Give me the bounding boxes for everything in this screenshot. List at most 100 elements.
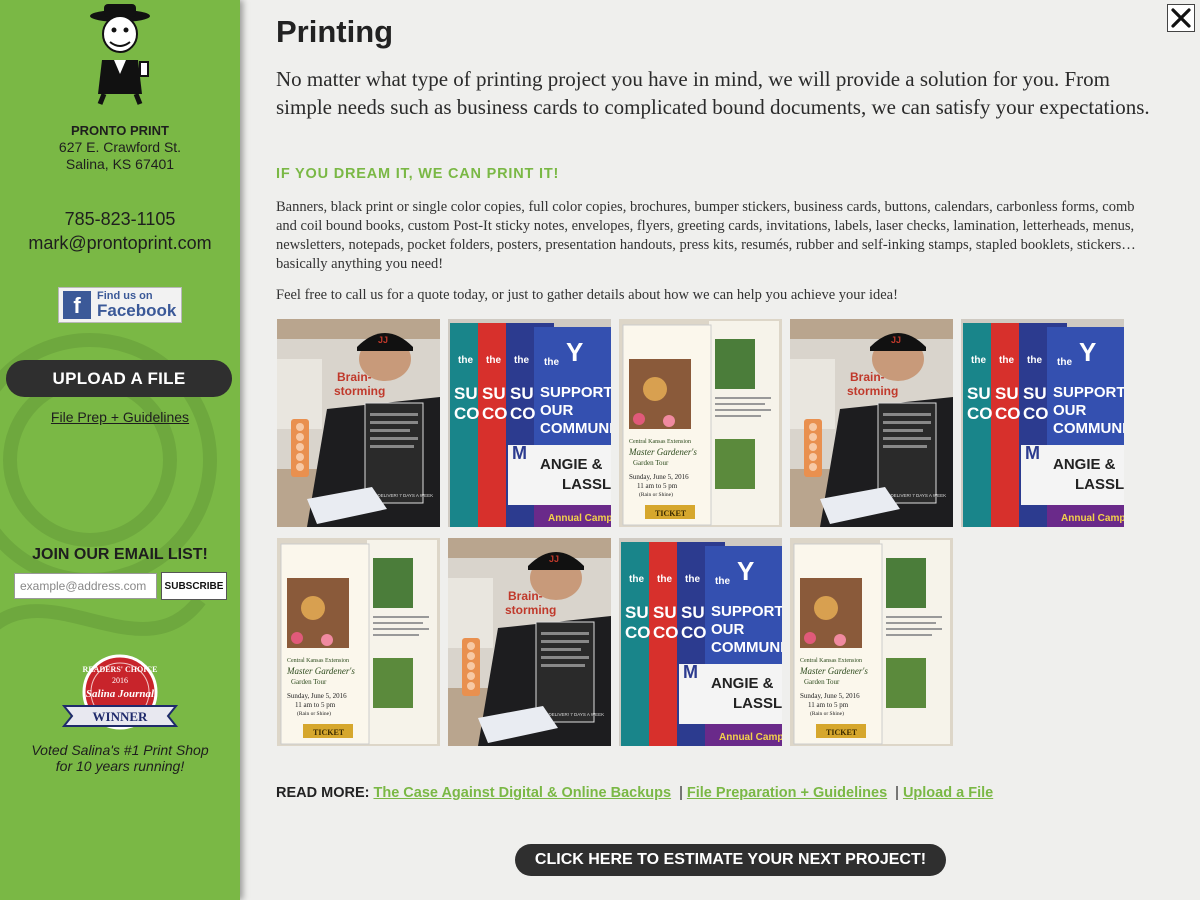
email-subscribe-input[interactable] (14, 573, 157, 599)
banner-the-text-4: the (544, 357, 559, 368)
award-readers-choice-text: READERS' CHOICE (83, 665, 158, 674)
facebook-badge-link[interactable]: f Find us on Facebook (58, 287, 182, 323)
subscribe-button[interactable]: SUBSCRIBE (161, 572, 227, 600)
banner-co-text-3: CO (1023, 404, 1049, 423)
garden-ticket-text: TICKET (826, 728, 858, 737)
banner-name-line-1: ANGIE & (540, 456, 603, 473)
services-paragraph: Banners, black print or single color cop… (276, 199, 1136, 272)
banner-campaign-text: Annual Camp (548, 513, 611, 524)
read-more-bar: READ MORE: The Case Against Digital & On… (276, 785, 993, 801)
garden-rain-text: (Rain or Shine) (297, 710, 331, 717)
garden-date-text: Sunday, June 5, 2016 (287, 692, 347, 700)
banner-support-text: SUPPORT (711, 603, 782, 620)
sidebar: PRONTO PRINT 627 E. Crawford St. Salina,… (0, 0, 240, 900)
award-paper-text: Salina Journal (86, 688, 155, 700)
banner-the-text-2: the (486, 355, 501, 366)
close-icon (1171, 8, 1191, 28)
banner-our-text: OUR (711, 621, 745, 638)
banner-community-text: COMMUNITY (540, 420, 611, 437)
facebook-icon: f (63, 291, 91, 319)
cap-logo-text: JJ (549, 554, 559, 564)
page-title: Printing (276, 14, 394, 49)
gallery-thumb-person[interactable]: Brain- storming JJ WE DELIVER! 7 DAYS A … (448, 538, 611, 746)
award-year-text: 2016 (112, 676, 128, 685)
banner-name-line-1: ANGIE & (1053, 456, 1116, 473)
banner-the-text-3: the (514, 355, 529, 366)
garden-title-line-1: Master Gardener's (628, 447, 697, 457)
facebook-label: Facebook (97, 301, 177, 320)
garden-title-line-1: Master Gardener's (286, 666, 355, 676)
gallery-thumb-person[interactable]: Brain- storming JJ WE DELIVER! 7 DAYS A … (277, 319, 440, 527)
banner-su-text-3: SU (681, 603, 705, 622)
banner-name-line-1: ANGIE & (711, 675, 774, 692)
gallery-thumb-banners[interactable]: the the the the Y SU CO SU CO SU CO SUPP… (448, 319, 611, 527)
banner-y-logo: Y (566, 337, 583, 367)
garden-title-line-2: Garden Tour (633, 459, 669, 467)
read-more-label: READ MORE: (276, 785, 370, 801)
garden-rain-text: (Rain or Shine) (639, 491, 673, 498)
garden-org-text: Central Kansas Extension (629, 439, 691, 445)
banner-name-line-2: LASSLI (1075, 476, 1124, 493)
voted-line-2: for 10 years running! (55, 758, 185, 774)
banner-co-text: CO (967, 404, 993, 423)
cap-logo-text: JJ (891, 335, 901, 345)
gallery-thumb-banners[interactable]: the the the the Y SU CO SU CO SU CO SUPP… (961, 319, 1124, 527)
brainstorming-sign-text-2: storming (505, 603, 556, 617)
banner-co-text-2: CO (995, 404, 1021, 423)
readers-choice-award-badge: READERS' CHOICE 2016 Salina Journal WINN… (61, 654, 179, 730)
banner-su-text: SU (454, 384, 478, 403)
banner-co-text-3: CO (681, 623, 707, 642)
garden-org-text: Central Kansas Extension (287, 658, 349, 664)
banner-m-text: M (512, 443, 527, 463)
close-button[interactable] (1167, 4, 1195, 32)
garden-ticket-text: TICKET (313, 728, 345, 737)
garden-date-text: Sunday, June 5, 2016 (629, 473, 689, 481)
banner-co-text-2: CO (653, 623, 679, 642)
banner-name-line-2: LASSLI (562, 476, 611, 493)
voted-line-1: Voted Salina's #1 Print Shop (31, 742, 209, 758)
read-more-link-upload[interactable]: Upload a File (903, 785, 993, 801)
banner-the-text-3: the (685, 574, 700, 585)
banner-the-text-2: the (657, 574, 672, 585)
email-list-title: JOIN OUR EMAIL LIST! (32, 546, 208, 563)
banner-the-text-4: the (715, 576, 730, 587)
mascot-logo (90, 4, 150, 105)
banner-campaign-text: Annual Camp (719, 732, 782, 743)
business-name: PRONTO PRINT (71, 123, 169, 138)
banner-the-text-4: the (1057, 357, 1072, 368)
gallery-thumb-garden-tour[interactable]: Central Kansas Extension Master Gardener… (277, 538, 440, 746)
gallery-thumb-person[interactable]: Brain- storming JJ WE DELIVER! 7 DAYS A … (790, 319, 953, 527)
banner-the-text: the (629, 574, 644, 585)
banner-support-text: SUPPORT (540, 384, 611, 401)
phone-number[interactable]: 785-823-1105 (0, 209, 240, 230)
estimate-project-button[interactable]: CLICK HERE TO ESTIMATE YOUR NEXT PROJECT… (515, 844, 946, 876)
file-prep-guidelines-link[interactable]: File Prep + Guidelines (0, 409, 240, 425)
garden-title-line-2: Garden Tour (291, 678, 327, 686)
garden-time-text: 11 am to 5 pm (808, 701, 849, 709)
banner-su-text-3: SU (1023, 384, 1047, 403)
banner-name-line-2: LASSLI (733, 695, 782, 712)
garden-title-line-1: Master Gardener's (799, 666, 868, 676)
gallery-thumb-garden-tour[interactable]: Central Kansas Extension Master Gardener… (790, 538, 953, 746)
gallery-thumb-banners[interactable]: the the the the Y SU CO SU CO SU CO SUPP… (619, 538, 782, 746)
banner-su-text-3: SU (510, 384, 534, 403)
read-more-link-file-prep[interactable]: File Preparation + Guidelines (687, 785, 887, 801)
email-address[interactable]: mark@prontoprint.com (0, 233, 240, 254)
banner-co-text: CO (625, 623, 651, 642)
address-line-2: Salina, KS 67401 (65, 156, 175, 172)
banner-su-text-2: SU (995, 384, 1019, 403)
garden-org-text: Central Kansas Extension (800, 658, 862, 664)
call-note-paragraph: Feel free to call us for a quote today, … (276, 287, 898, 303)
address-line-1: 627 E. Crawford St. (58, 139, 182, 155)
garden-time-text: 11 am to 5 pm (637, 482, 678, 490)
banner-co-text-2: CO (482, 404, 508, 423)
banner-y-logo: Y (737, 556, 754, 586)
banner-su-text: SU (967, 384, 991, 403)
award-winner-text: WINNER (93, 709, 149, 724)
gallery-thumb-garden-tour[interactable]: Central Kansas Extension Master Gardener… (619, 319, 782, 527)
banner-su-text: SU (625, 603, 649, 622)
garden-ticket-text: TICKET (655, 509, 687, 518)
read-more-link-backups[interactable]: The Case Against Digital & Online Backup… (373, 785, 671, 801)
upload-file-button[interactable]: UPLOAD A FILE (6, 360, 232, 397)
garden-time-text: 11 am to 5 pm (295, 701, 336, 709)
